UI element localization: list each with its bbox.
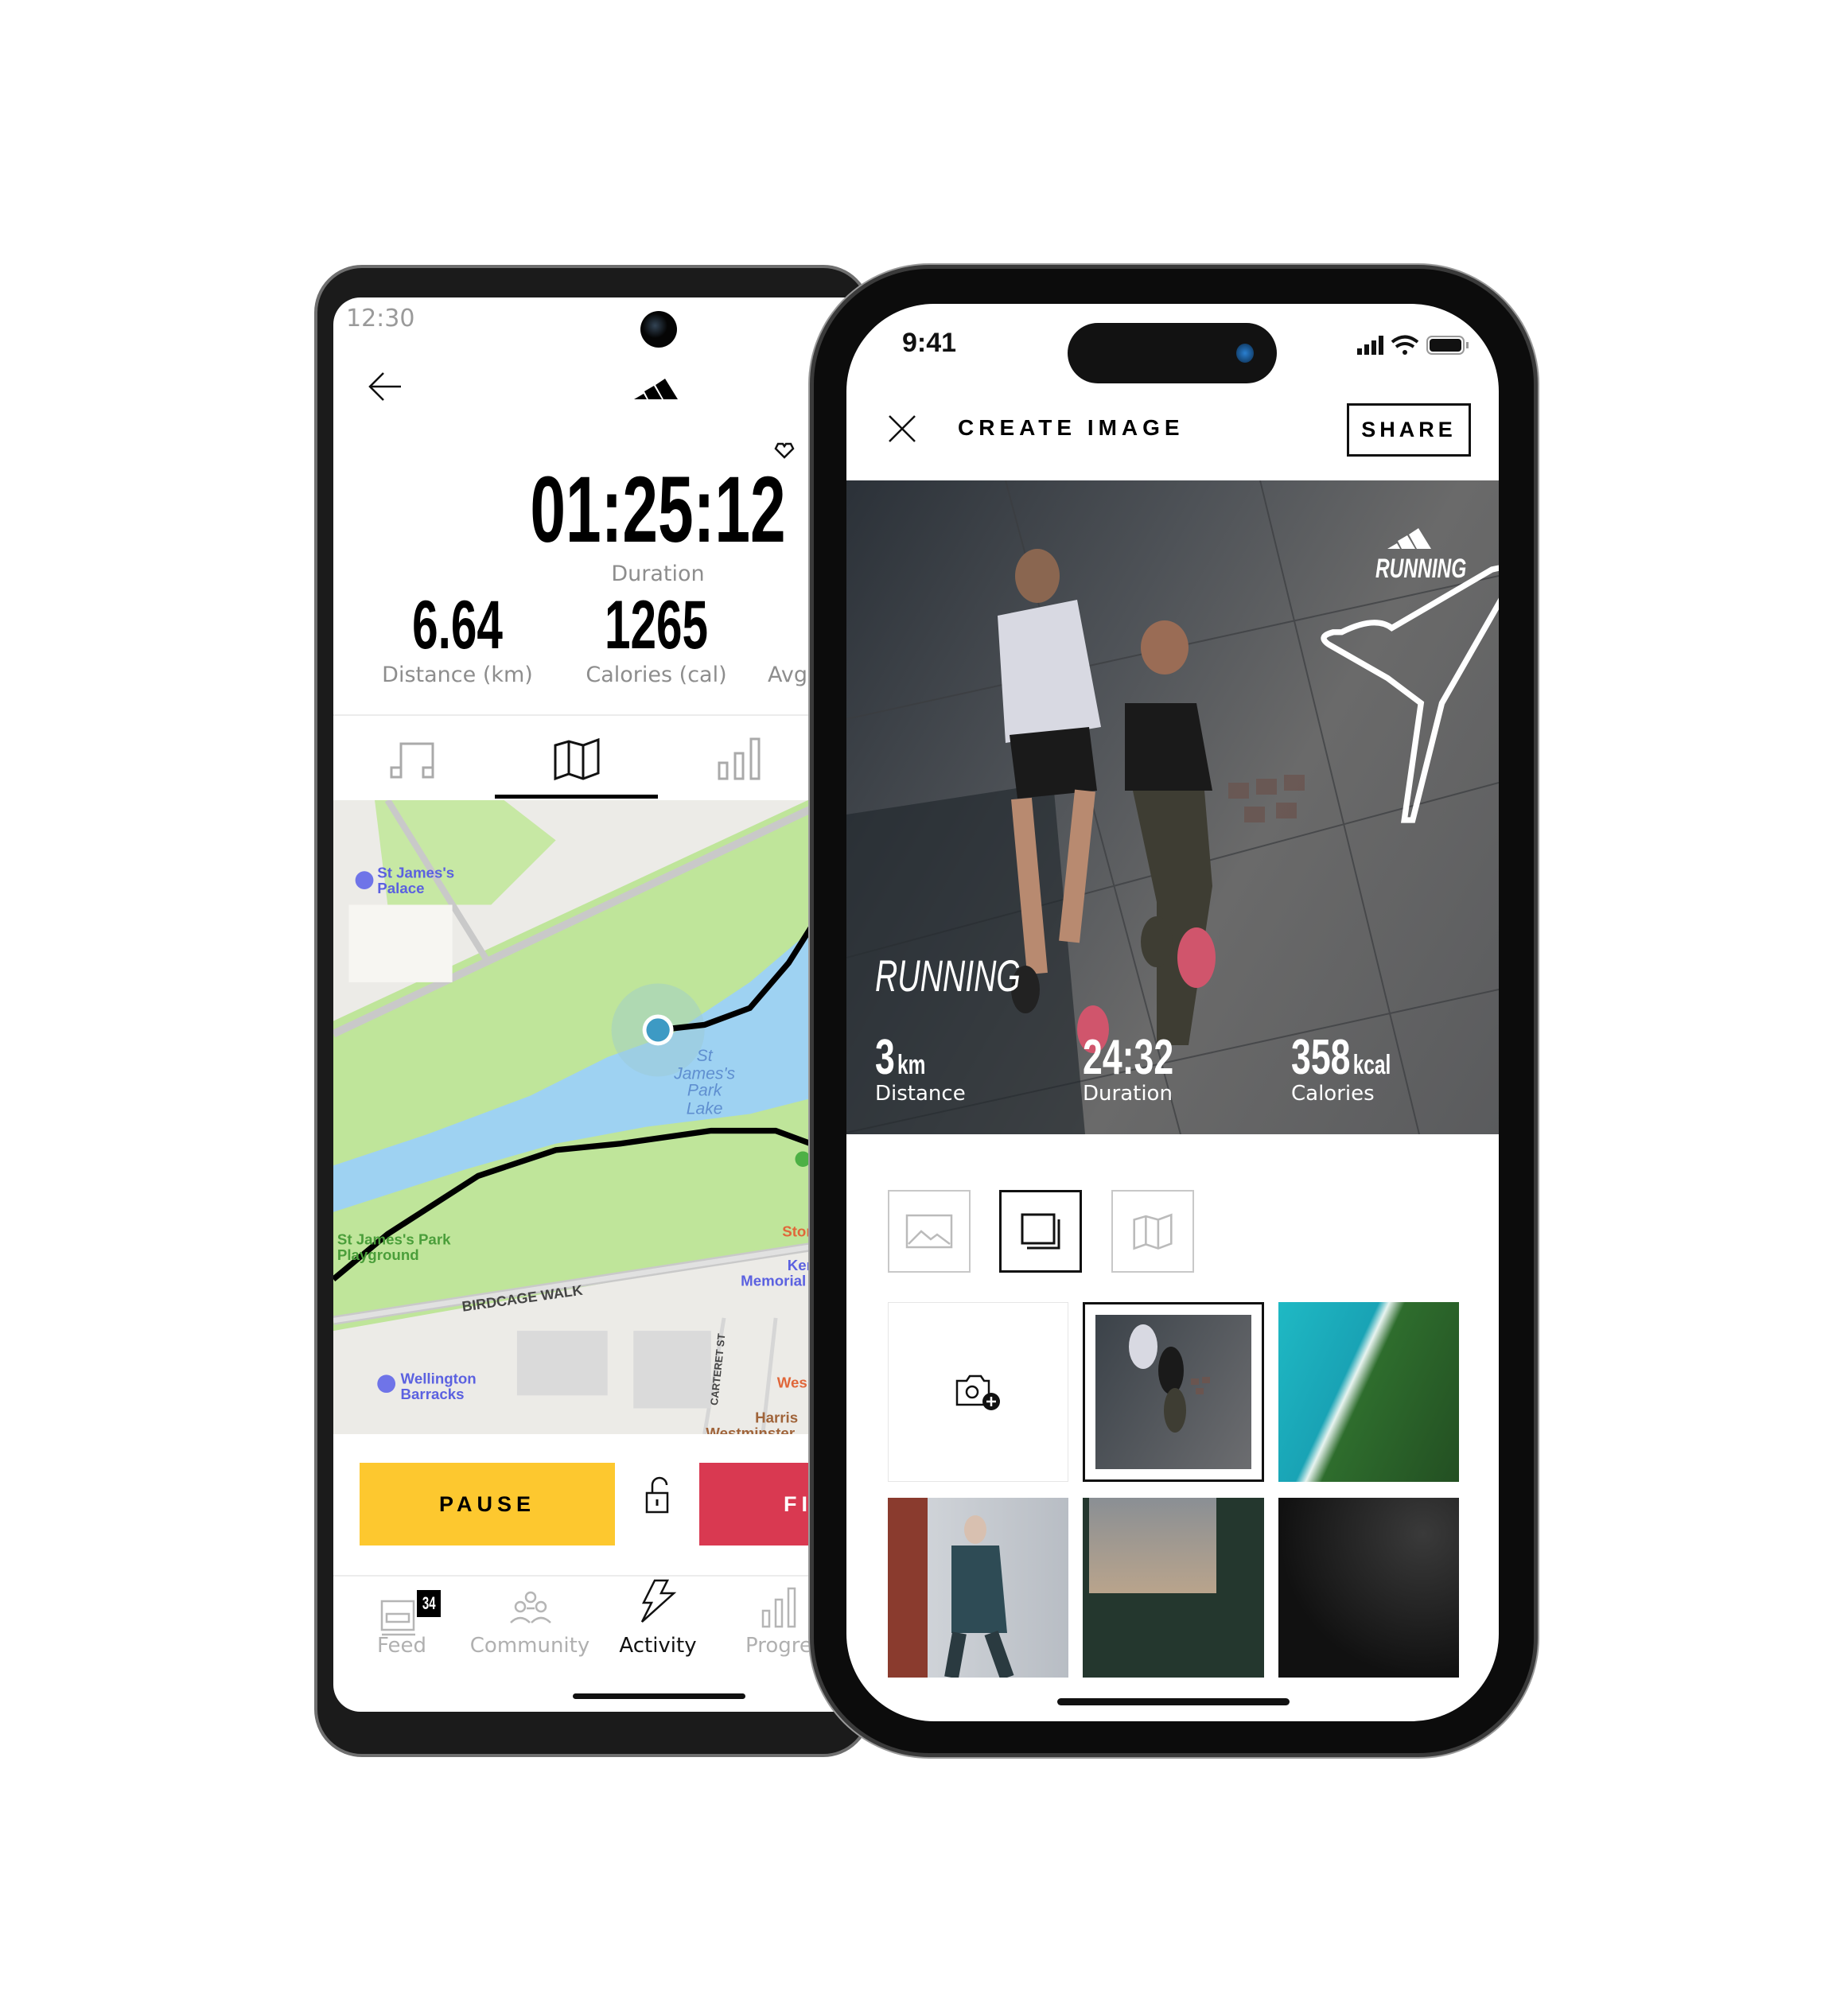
status-time: 9:41 — [902, 328, 957, 358]
nav-activity-label[interactable]: Activity — [619, 1634, 696, 1658]
wifi-icon — [1391, 335, 1419, 355]
share-button[interactable]: SHARE — [1347, 403, 1471, 457]
back-arrow-icon[interactable] — [368, 371, 403, 402]
map-label-memorial: Memorial — [741, 1272, 806, 1289]
stat-distance: 3 km — [875, 1030, 926, 1085]
map-label-barracks: Wellington — [401, 1371, 477, 1387]
front-camera — [640, 311, 677, 348]
frame-icon — [1021, 1213, 1060, 1250]
activity-lightning-icon[interactable] — [639, 1579, 677, 1623]
duration-label: Duration — [611, 562, 705, 586]
activity-type-label: RUNNING — [875, 951, 1021, 1001]
stat-duration: 24:32 — [1083, 1030, 1174, 1085]
feed-badge: 34 — [417, 1590, 441, 1617]
share-card-preview: RUNNING RUNNING 3 km Distance 24:32 Dura… — [846, 480, 1499, 1134]
runner-thumbnail — [944, 1515, 1014, 1678]
map-label-playground: St James's Park — [337, 1231, 451, 1247]
map-label-lake: Park — [687, 1082, 723, 1100]
stat-calories: 358 kcal — [1291, 1030, 1391, 1085]
community-icon[interactable] — [509, 1591, 552, 1624]
map-label-playground: Playground — [337, 1246, 419, 1263]
camera-add-icon — [955, 1374, 1000, 1410]
gallery-photo-green-frame[interactable] — [1083, 1498, 1264, 1678]
map-label-barracks: Barracks — [401, 1386, 465, 1402]
route-trace — [1321, 565, 1499, 823]
route-map[interactable]: St James's Palace St James's Park Lake S… — [333, 800, 811, 1434]
map-label-palace: St James's — [377, 864, 454, 881]
stat-calories-label: Calories — [1291, 1082, 1375, 1106]
runners-thumbnail — [1129, 1324, 1210, 1433]
template-frame-button[interactable] — [999, 1190, 1082, 1273]
dynamic-island — [1068, 323, 1277, 383]
stat-distance-label: Distance — [875, 1082, 966, 1106]
map-label-lake: James's — [673, 1065, 735, 1083]
map-icon — [1133, 1213, 1173, 1250]
progress-icon[interactable] — [760, 1587, 807, 1628]
template-photo-button[interactable] — [888, 1190, 971, 1273]
image-icon — [905, 1214, 953, 1249]
tab-music-icon[interactable] — [390, 736, 438, 782]
calories-value: 1265 — [604, 587, 709, 663]
brand-running-label: RUNNING — [1375, 554, 1467, 584]
duration-value: 01:25:12 — [530, 457, 786, 562]
page-title: CREATE IMAGE — [958, 415, 1185, 440]
battery-icon — [1426, 336, 1469, 355]
divider — [333, 714, 827, 716]
template-map-button[interactable] — [1111, 1190, 1194, 1273]
signal-icon — [1357, 336, 1383, 355]
adidas-logo — [1387, 528, 1431, 549]
gallery-photo-coast[interactable] — [1278, 1302, 1459, 1482]
map-label-lake: Lake — [687, 1099, 723, 1118]
tab-active-indicator — [495, 795, 658, 799]
map-label-harris: Harris — [755, 1409, 798, 1425]
map-label-west: Wes — [777, 1374, 807, 1391]
nav-feed-label[interactable]: Feed — [377, 1634, 426, 1658]
gallery-photo-runner-wall[interactable] — [888, 1498, 1068, 1678]
gallery-photo-runners[interactable] — [1083, 1302, 1264, 1482]
adidas-logo — [634, 379, 678, 399]
home-indicator[interactable] — [1057, 1698, 1290, 1705]
calories-label: Calories (cal) — [586, 663, 727, 687]
tab-map-icon[interactable] — [553, 736, 601, 782]
tab-stats-icon[interactable] — [716, 736, 764, 782]
avg-label: Avg. — [768, 663, 815, 687]
pause-button[interactable]: PAUSE — [360, 1463, 615, 1545]
nav-community-label[interactable]: Community — [470, 1634, 589, 1658]
finish-button[interactable]: FI — [699, 1463, 827, 1545]
distance-label: Distance (km) — [382, 663, 533, 687]
gallery-photo-dark[interactable] — [1278, 1498, 1459, 1678]
status-time: 12:30 — [346, 305, 415, 332]
stat-duration-label: Duration — [1083, 1082, 1173, 1106]
close-icon[interactable] — [888, 414, 916, 443]
nav-progress-label[interactable]: Progre — [745, 1634, 812, 1658]
map-label-lake: St — [697, 1047, 714, 1065]
map-label-harris: Westminster — [706, 1425, 795, 1434]
add-photo-tile[interactable] — [888, 1302, 1068, 1482]
distance-value: 6.64 — [412, 587, 503, 663]
status-icons — [1357, 335, 1469, 355]
home-indicator[interactable] — [573, 1693, 745, 1699]
map-label-store: Stor — [782, 1223, 811, 1240]
map-label-memorial: Ken — [788, 1257, 811, 1273]
unlock-icon[interactable] — [644, 1476, 671, 1515]
divider — [333, 1575, 827, 1577]
map-label-palace: Palace — [377, 880, 424, 896]
runner-woman — [1077, 620, 1216, 1053]
